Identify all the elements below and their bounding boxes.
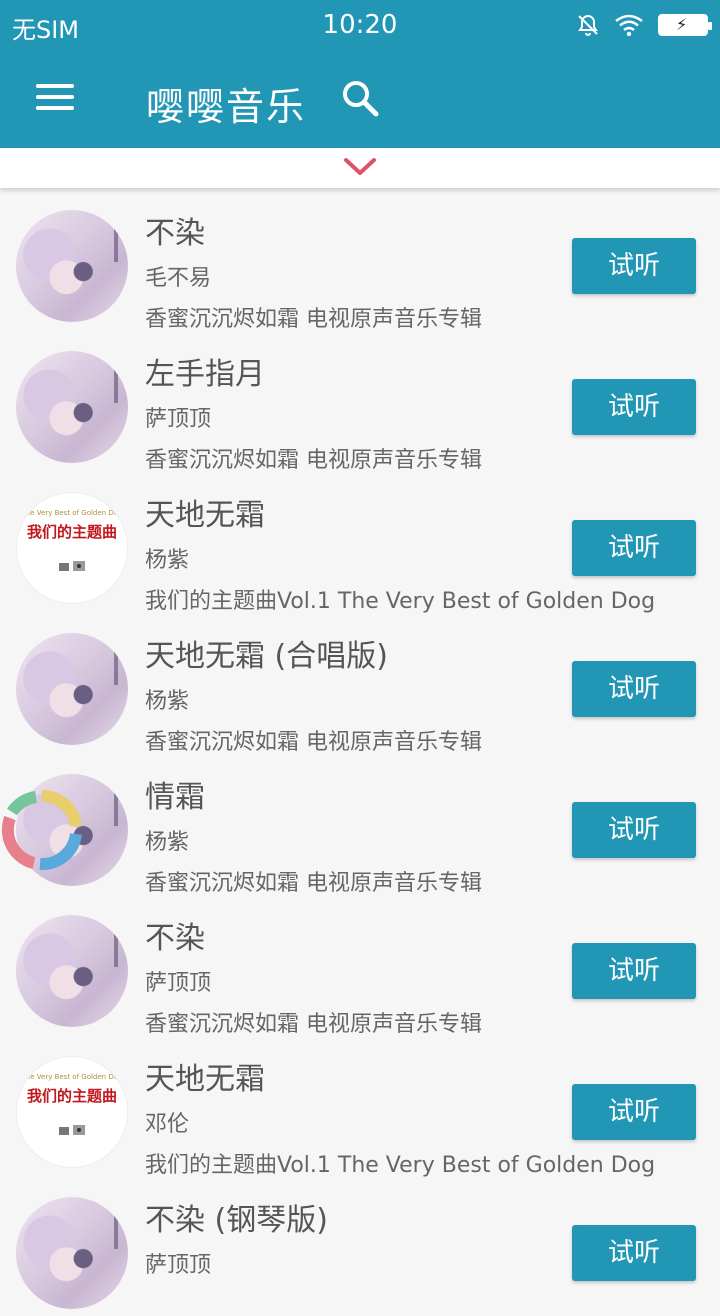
cover-subtitle: The Very Best of Golden Dog [21, 509, 123, 517]
listen-button[interactable]: 试听 [572, 661, 696, 717]
song-row[interactable]: 不染 萨顶顶 香蜜沉沉烬如霜 电视原声音乐专辑 试听 [0, 893, 720, 1037]
app-title: 嘤嘤音乐 [146, 85, 307, 129]
album-cover [16, 351, 128, 463]
song-row[interactable]: The Very Best of Golden Dog 我们的主题曲 天地无霜杨紫 我… [0, 470, 720, 614]
album-cover [16, 1197, 128, 1309]
listen-button[interactable]: 试听 [572, 802, 696, 858]
song-title: 天地无霜 [145, 498, 265, 533]
song-title: 左手指月 [145, 357, 265, 392]
song-artist: 毛不易 [145, 266, 212, 291]
cover-subtitle: The Very Best of Golden Dog [21, 1073, 123, 1081]
cover-dogs-graphic [59, 561, 85, 571]
mute-icon [578, 14, 598, 36]
song-artist: 杨紫 [145, 689, 190, 714]
song-row[interactable]: 左手指月 萨顶顶 香蜜沉沉烬如霜 电视原声音乐专辑 试听 [0, 329, 720, 473]
song-title: 不染 [145, 921, 205, 956]
song-row[interactable]: 情霜 杨紫 香蜜沉沉烬如霜 电视原声音乐专辑 试听 [0, 752, 720, 896]
chevron-down-icon[interactable] [343, 156, 377, 178]
song-title: 天地无霜 [145, 1062, 265, 1097]
song-artist: 萨顶顶 [145, 1253, 212, 1278]
listen-button[interactable]: 试听 [572, 379, 696, 435]
song-artist: 杨紫 [145, 830, 190, 855]
menu-icon[interactable] [36, 84, 76, 114]
listen-button[interactable]: 试听 [572, 1225, 696, 1281]
album-cover [16, 210, 128, 322]
listen-button[interactable]: 试听 [572, 1084, 696, 1140]
song-title: 情霜 [145, 780, 205, 815]
album-cover: The Very Best of Golden Dog 我们的主题曲 [16, 492, 128, 604]
song-artist: 邓伦 [145, 1112, 190, 1137]
status-bar: 无SIM 10:20 ⚡ [0, 0, 720, 50]
song-artist: 萨顶顶 [145, 971, 212, 996]
album-cover [16, 915, 128, 1027]
search-icon[interactable] [340, 78, 380, 118]
cover-title: 我们的主题曲 [26, 523, 117, 541]
cover-dogs-graphic [59, 1125, 85, 1135]
song-artist: 杨紫 [145, 548, 190, 573]
song-title: 不染 [145, 216, 205, 251]
song-title: 不染 (钢琴版) [145, 1203, 328, 1238]
listen-button[interactable]: 试听 [572, 520, 696, 576]
album-cover: The Very Best of Golden Dog 我们的主题曲 [16, 1056, 128, 1168]
listen-button[interactable]: 试听 [572, 943, 696, 999]
top-bar: 无SIM 10:20 ⚡ 嘤嘤音乐 [0, 0, 720, 148]
pull-down-tab[interactable] [0, 148, 720, 188]
song-row[interactable]: 天地无霜 (合唱版) 杨紫 香蜜沉沉烬如霜 电视原声音乐专辑 试听 [0, 611, 720, 755]
listen-button[interactable]: 试听 [572, 238, 696, 294]
song-row[interactable]: 不染 (钢琴版) 萨顶顶 试听 [0, 1175, 720, 1316]
song-row[interactable]: 不染 毛不易 香蜜沉沉烬如霜 电视原声音乐专辑 试听 [0, 188, 720, 332]
song-title: 天地无霜 (合唱版) [145, 639, 388, 674]
wifi-icon [615, 14, 643, 37]
status-icons: ⚡ [576, 11, 712, 39]
song-artist: 萨顶顶 [145, 407, 212, 432]
album-cover [16, 633, 128, 745]
song-row[interactable]: The Very Best of Golden Dog 我们的主题曲 天地无霜邓伦 我… [0, 1034, 720, 1178]
cover-title: 我们的主题曲 [26, 1087, 117, 1105]
app-bar: 嘤嘤音乐 [0, 50, 720, 148]
battery-charging-icon: ⚡ [658, 14, 712, 36]
song-list: 不染 毛不易 香蜜沉沉烬如霜 电视原声音乐专辑 试听 左手指月 萨顶顶 香蜜沉沉烬如霜 电视… [0, 188, 720, 1316]
assistant-ring-icon[interactable] [0, 788, 84, 872]
